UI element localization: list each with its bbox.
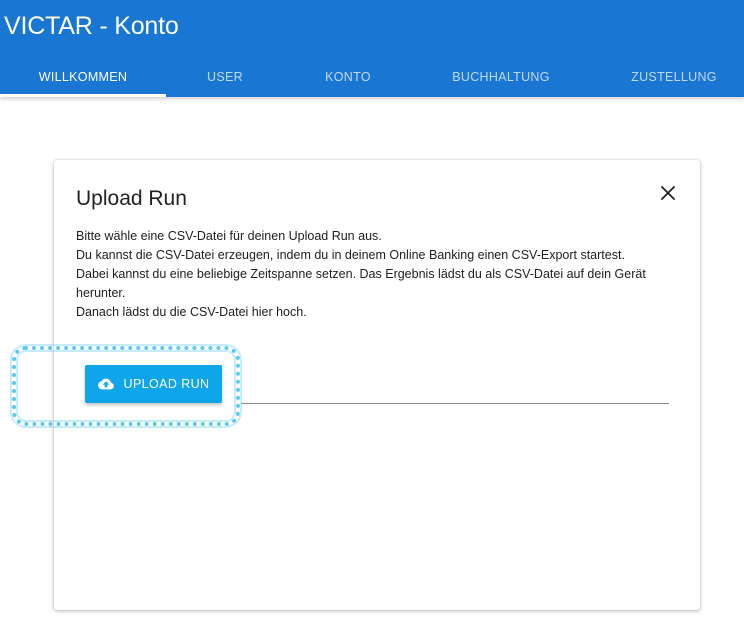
tab-zustellung[interactable]: ZUSTELLUNG: [590, 56, 744, 97]
dialog-title: Upload Run: [76, 187, 187, 210]
description-line: herunter.: [76, 286, 126, 300]
description-line: Bitte wähle eine CSV-Datei für deinen Up…: [76, 229, 382, 243]
file-input-underline: [241, 403, 669, 404]
close-button[interactable]: [657, 182, 679, 204]
tab-buchhaltung[interactable]: BUCHHALTUNG: [412, 56, 590, 97]
upload-run-button[interactable]: UPLOAD RUN: [85, 365, 222, 403]
app-bar: VICTAR - Konto WILLKOMMEN USER KONTO BUC…: [0, 0, 744, 97]
dialog-description: Bitte wähle eine CSV-Datei für deinen Up…: [76, 227, 686, 322]
close-icon: [661, 186, 675, 200]
tab-willkommen[interactable]: WILLKOMMEN: [0, 56, 166, 97]
app-title: VICTAR - Konto: [4, 12, 179, 40]
description-line: Danach lädst du die CSV-Datei hier hoch.: [76, 305, 307, 319]
upload-run-button-label: UPLOAD RUN: [123, 377, 210, 391]
cloud-upload-icon: [97, 378, 114, 390]
main-tabs: WILLKOMMEN USER KONTO BUCHHALTUNG ZUSTEL…: [0, 56, 744, 97]
tab-konto[interactable]: KONTO: [284, 56, 412, 97]
upload-run-dialog: Upload Run Bitte wähle eine CSV-Datei fü…: [54, 160, 700, 610]
upload-field: UPLOAD RUN: [85, 365, 222, 403]
description-line: Du kannst die CSV-Datei erzeugen, indem …: [76, 248, 625, 262]
tab-user[interactable]: USER: [166, 56, 284, 97]
description-line: Dabei kannst du eine beliebige Zeitspann…: [76, 267, 646, 281]
active-tab-indicator: [0, 94, 166, 97]
